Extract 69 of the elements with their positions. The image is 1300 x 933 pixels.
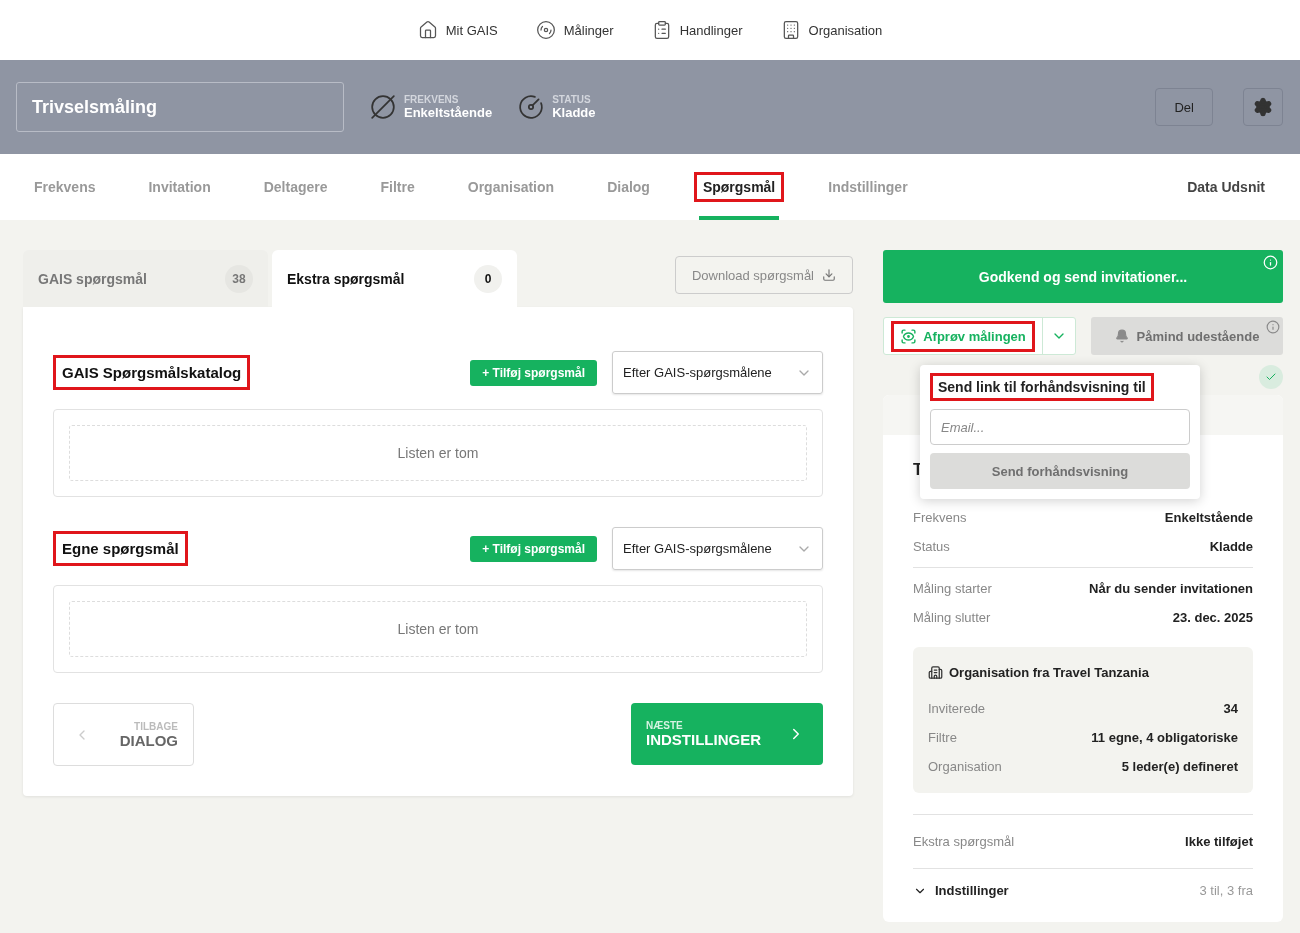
summary-value: 11 egne, 4 obligatoriske	[1091, 730, 1238, 745]
tab[interactable]: Filtre	[376, 154, 419, 220]
settings-summary: 3 til, 3 fra	[1199, 883, 1253, 898]
summary-value: Når du sender invitationen	[1089, 581, 1253, 596]
summary-value: Enkeltstående	[1164, 510, 1253, 525]
tab[interactable]: Dialog	[603, 154, 654, 220]
settings-toggle[interactable]: Indstillinger	[913, 883, 1009, 898]
back-button[interactable]: TILBAGE DIALOG	[53, 703, 194, 766]
bell-icon	[1114, 329, 1129, 343]
data-tab[interactable]: Data Udsnit	[1187, 154, 1265, 220]
add-question-button[interactable]: + Tilføj spørgsmål	[470, 359, 597, 386]
sort-dropdown[interactable]: Efter GAIS-spørgsmålene	[612, 351, 823, 394]
summary-value: 34	[1223, 701, 1238, 716]
nav-link[interactable]: Mit GAIS	[417, 20, 498, 40]
share-button[interactable]: Del	[1155, 88, 1213, 126]
eye-icon	[900, 327, 918, 345]
summary-label: Måling starter	[913, 581, 992, 596]
empty-list-message: Listen er tom	[69, 601, 807, 657]
building-icon	[928, 665, 943, 680]
download-icon	[822, 268, 836, 282]
summary-label: Status	[913, 539, 950, 554]
tab[interactable]: Organisation	[463, 154, 559, 220]
settings-button[interactable]	[1243, 88, 1283, 126]
add-question-button[interactable]: + Tilføj spørgsmål	[470, 535, 597, 562]
checkmark-icon	[1265, 371, 1277, 383]
tab[interactable]: Indstillinger	[824, 154, 912, 220]
preview-button[interactable]: Afprøv målingen	[884, 318, 1042, 354]
question-tab[interactable]: GAIS spørgsmål 38	[23, 250, 268, 307]
info-icon	[1266, 320, 1280, 334]
meta-caption: STATUS	[552, 94, 592, 105]
summary-label: Inviterede	[928, 701, 986, 716]
tab[interactable]: Invitation	[144, 154, 215, 220]
sort-dropdown[interactable]: Efter GAIS-spørgsmålene	[612, 527, 823, 570]
count-badge: 38	[225, 264, 253, 293]
summary-label: Ekstra spørgsmål	[913, 834, 1015, 849]
nav-link[interactable]: Handlinger	[651, 20, 743, 40]
gauge-icon	[518, 94, 545, 120]
tab[interactable]: Deltagere	[259, 154, 332, 220]
summary-value: 5 leder(e) defineret	[1121, 759, 1238, 774]
email-field[interactable]: Email...	[930, 409, 1190, 445]
tab[interactable]: Frekvens	[30, 154, 100, 220]
survey-title-field[interactable]: Trivselsmåling	[16, 82, 344, 132]
house-icon	[417, 20, 438, 40]
question-tab[interactable]: Ekstra spørgsmål 0	[272, 250, 517, 307]
download-button[interactable]: Download spørgsmål	[674, 256, 853, 294]
summary-label: Organisation	[928, 759, 1002, 774]
disc-icon	[535, 20, 556, 40]
meta-caption: FREKVENS	[404, 94, 460, 105]
nav-link[interactable]: Målinger	[535, 20, 614, 40]
popup-title: Send link til forhåndsvisning til	[930, 373, 1154, 401]
nav-link[interactable]: Organisation	[780, 20, 883, 40]
slashed-circle-icon	[370, 94, 396, 120]
organisation-title: Organisation fra Travel Tanzania	[949, 665, 1149, 680]
empty-list-message: Listen er tom	[69, 425, 807, 481]
meta-value: Enkeltstående	[404, 105, 493, 120]
summary-label: Måling slutter	[913, 610, 991, 625]
meta-value: Kladde	[552, 105, 596, 120]
summary-value: 23. dec. 2025	[1172, 610, 1253, 625]
section-title: GAIS Spørgsmålskatalog	[53, 355, 251, 390]
next-button[interactable]: NÆSTE INDSTILLINGER	[631, 703, 823, 765]
summary-value: Kladde	[1209, 539, 1253, 554]
approve-send-button[interactable]: Godkend og send invitationer...	[883, 250, 1283, 303]
summary-label: Frekvens	[913, 510, 967, 525]
section-title: Egne spørgsmål	[53, 531, 188, 566]
count-badge: 0	[474, 264, 502, 293]
summary-label: Filtre	[928, 730, 957, 745]
info-icon	[1263, 255, 1278, 270]
settings-icon	[1253, 97, 1273, 117]
summary-value: Ikke tilføjet	[1185, 834, 1253, 849]
